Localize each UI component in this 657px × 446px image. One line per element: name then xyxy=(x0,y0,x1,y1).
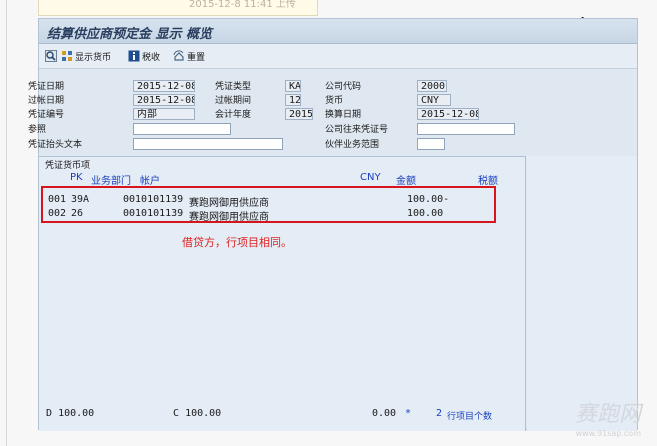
reset-button[interactable]: 重置 xyxy=(173,48,205,64)
watermark-url: www.91sap.com xyxy=(575,429,641,438)
period-field[interactable]: 12 xyxy=(285,94,301,106)
display-currency-button[interactable]: 显示货币 xyxy=(61,48,111,64)
doc-number-label: 凭证编号 xyxy=(28,110,65,120)
tooltip-text: 2015-12-8 11:41 上传 xyxy=(189,0,296,10)
magnifier-icon xyxy=(45,50,57,62)
col-header-amount[interactable]: 金额 xyxy=(396,172,416,187)
display-currency-label: 显示货币 xyxy=(75,52,112,63)
highlight-box xyxy=(41,186,496,223)
toolbar: 显示货币 税收 重置 xyxy=(39,44,637,69)
item-count-label: 行项目个数 xyxy=(447,412,493,422)
item-count: 2 xyxy=(436,408,443,419)
annotation-note: 借贷方，行项目相同。 xyxy=(182,236,292,249)
col-header-account[interactable]: 帐户 xyxy=(140,172,160,187)
info-icon xyxy=(128,50,140,62)
balance-star[interactable]: * xyxy=(405,408,411,419)
posting-date-field[interactable]: 2015-12-08 xyxy=(133,94,195,106)
intercompany-input[interactable] xyxy=(417,123,515,135)
items-group: 凭证货币项 PK 业务部门 帐户 CNY 金额 税额 001 39A 00101… xyxy=(39,156,526,431)
reset-icon xyxy=(173,50,184,61)
col-header-tax[interactable]: 税额 xyxy=(478,172,498,187)
find-button[interactable] xyxy=(45,48,59,64)
debit-value: 100.00 xyxy=(58,408,95,419)
currency-label: 货币 xyxy=(325,96,344,106)
debit-total: D 100.00 xyxy=(46,408,94,419)
doc-type-field[interactable]: KA xyxy=(285,80,301,92)
items-group-title: 凭证货币项 xyxy=(45,161,91,171)
doc-type-label: 凭证类型 xyxy=(215,82,252,92)
col-header-currency[interactable]: CNY xyxy=(360,172,381,183)
tax-button[interactable]: 税收 xyxy=(128,48,160,64)
fiscal-year-field[interactable]: 2015 xyxy=(285,108,313,120)
partner-input[interactable] xyxy=(417,138,445,150)
upload-tooltip: 2015-12-8 11:41 上传 xyxy=(38,0,318,16)
debit-key: D xyxy=(46,408,53,419)
partner-label: 伙伴业务范围 xyxy=(325,140,380,150)
title-bar: 结算供应商预定金 显示 概览 xyxy=(39,19,637,44)
translation-date-label: 换算日期 xyxy=(325,110,362,120)
doc-date-label: 凭证日期 xyxy=(28,82,65,92)
tax-label: 税收 xyxy=(142,52,161,63)
credit-key: C xyxy=(173,408,180,419)
credit-value: 100.00 xyxy=(185,408,222,419)
header-text-label: 凭证抬头文本 xyxy=(28,140,83,150)
window-title: 结算供应商预定金 显示 概览 xyxy=(47,27,213,42)
reset-label: 重置 xyxy=(187,52,206,63)
doc-number-field[interactable]: 内部 xyxy=(133,108,195,120)
currency-icon xyxy=(62,51,72,61)
col-header-business-area[interactable]: 业务部门 xyxy=(91,172,131,187)
posting-date-label: 过帐日期 xyxy=(28,96,65,106)
doc-date-field[interactable]: 2015-12-08 xyxy=(133,80,195,92)
period-label: 过帐期间 xyxy=(215,96,252,106)
right-panel xyxy=(527,156,637,431)
balance-value: 0.00 xyxy=(372,408,397,419)
watermark-logo: 赛跑网 xyxy=(574,402,641,427)
translation-date-field[interactable]: 2015-12-08 xyxy=(417,108,479,120)
currency-field[interactable]: CNY xyxy=(417,94,451,106)
left-divider xyxy=(6,0,7,446)
fiscal-year-label: 会计年度 xyxy=(215,110,252,120)
header-text-input[interactable] xyxy=(133,138,283,150)
company-code-label: 公司代码 xyxy=(325,82,362,92)
col-header-pk[interactable]: PK xyxy=(70,172,83,183)
sap-window: 结算供应商预定金 显示 概览 显示货币 税收 重置 凭证日期 2015-12-0… xyxy=(28,18,638,431)
company-code-field[interactable]: 2000 xyxy=(417,80,447,92)
reference-input[interactable] xyxy=(133,123,231,135)
reference-label: 参照 xyxy=(28,125,47,135)
credit-total: C 100.00 xyxy=(173,408,221,419)
intercompany-label: 公司往来凭证号 xyxy=(325,125,389,135)
